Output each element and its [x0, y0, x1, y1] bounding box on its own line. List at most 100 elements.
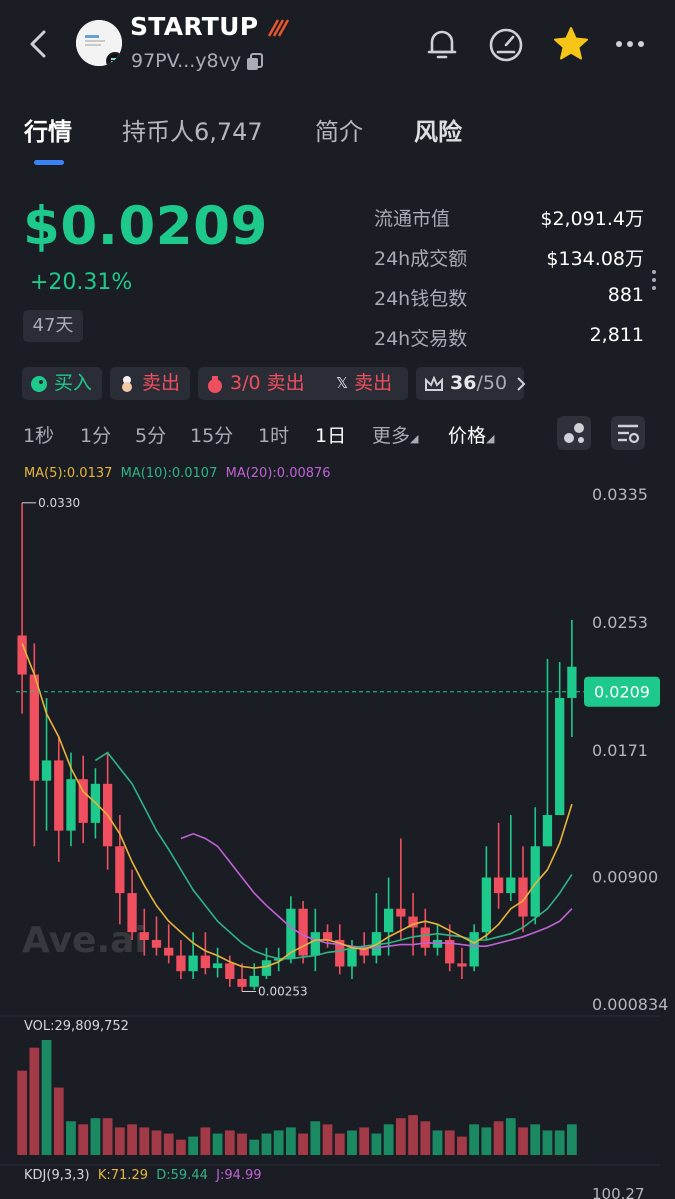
crown-icon [425, 375, 443, 391]
buy-label: 买入 [54, 372, 93, 394]
tab-holders[interactable]: 持币人6,747 [122, 112, 263, 147]
bell-icon[interactable] [422, 24, 462, 64]
y-tick-label: 0.0335 [592, 485, 648, 504]
dragon-icon [31, 375, 47, 392]
tf-1d[interactable]: 1日 [315, 421, 346, 448]
volume-bar [554, 1130, 565, 1155]
stat-row-trades: 24h交易数 2,811 [374, 324, 644, 364]
volume-bar [457, 1136, 467, 1155]
candle-body-up [347, 947, 357, 967]
kdj-k: K:71.29 [97, 1168, 148, 1183]
volume-bar [224, 1130, 235, 1155]
candle-body-up [383, 908, 394, 933]
volume-bar [444, 1130, 455, 1155]
candle-body-down [176, 955, 186, 972]
volume-bar [481, 1127, 492, 1155]
sell-chip-bag[interactable]: 3/0 卖出 [198, 367, 343, 400]
candle-body-down [164, 947, 174, 956]
stat-value: 881 [607, 284, 644, 306]
volume-bar [90, 1118, 101, 1155]
tf-15m[interactable]: 15分 [190, 421, 233, 448]
tab-risk[interactable]: 风险 [414, 112, 462, 147]
sell-chip-chef[interactable]: 卖出 [110, 367, 190, 400]
speedometer-icon[interactable] [486, 24, 526, 64]
active-tab-indicator [34, 160, 64, 165]
candle-body-up [567, 666, 577, 698]
back-icon[interactable] [22, 22, 62, 66]
volume-bar [212, 1133, 223, 1155]
volume-bar [163, 1133, 174, 1155]
token-title: STARTUP [130, 12, 259, 41]
stat-label: 流通市值 [374, 208, 451, 230]
stat-label: 24h钱包数 [374, 288, 468, 310]
tf-1h[interactable]: 1时 [258, 421, 289, 448]
candle-body-up [212, 963, 223, 969]
candle-body-up [530, 846, 540, 917]
candle-body-up [41, 760, 52, 781]
tab-market[interactable]: 行情 [24, 112, 72, 147]
tf-more[interactable]: 更多◢ [372, 421, 418, 448]
volume-bar [249, 1139, 260, 1155]
money-bag-icon [208, 375, 222, 393]
volume-bar [530, 1124, 541, 1155]
candle-body-down [139, 932, 149, 940]
y-tick-label: 0.0253 [592, 613, 648, 632]
chart-settings-icon[interactable] [611, 416, 645, 450]
volume-bar [542, 1130, 553, 1155]
volume-bar [371, 1133, 382, 1155]
copy-icon[interactable] [245, 52, 265, 72]
main-tabs: 行情 持币人6,747 简介 风险 [0, 108, 675, 168]
tf-price[interactable]: 价格◢ [448, 421, 494, 448]
price-change: +20.31% [30, 270, 133, 295]
indicator-toggle-icon[interactable] [557, 416, 591, 450]
vertical-more-icon[interactable] [650, 268, 658, 292]
kdj-title: KDJ(9,3,3) [24, 1168, 90, 1183]
candle-body-up [506, 877, 516, 894]
volume-bar [66, 1121, 76, 1155]
rank-chip[interactable]: 36/50 [416, 367, 526, 400]
y-tick-label: 0.0171 [592, 741, 648, 760]
volume-bar [286, 1127, 296, 1155]
ma-legend: MA(5):0.0137 MA(10):0.0107 MA(20):0.0087… [24, 466, 331, 481]
stat-label: 24h交易数 [374, 328, 468, 350]
tf-5m[interactable]: 5分 [135, 421, 166, 448]
chef-icon [122, 375, 132, 392]
chevron-right-icon [517, 376, 526, 391]
contract-address: 97PV...y8vy [131, 50, 242, 72]
ma10-line [94, 751, 573, 960]
high-label: 0.0330 [38, 496, 80, 510]
volume-bar [383, 1124, 394, 1155]
tab-intro[interactable]: 简介 [315, 112, 363, 147]
volume-bar [359, 1127, 370, 1155]
stat-value: $2,091.4万 [540, 208, 644, 230]
volume-bar [237, 1133, 247, 1155]
kdj-top-tick: 100.27 [592, 1185, 645, 1199]
volume-bar [114, 1127, 125, 1155]
low-label: 0.00253 [258, 984, 308, 998]
solana-chain-icon [106, 52, 122, 66]
candle-body-down [54, 760, 64, 831]
volume-bar [176, 1139, 186, 1155]
candle-body-down [420, 927, 430, 948]
sell-chip-x[interactable]: 𝕏 卖出 [328, 367, 408, 400]
rank-total: /50 [476, 372, 508, 394]
volume-bar [347, 1130, 357, 1155]
tf-price-label: 价格 [448, 425, 487, 447]
pump-badge-icon [267, 19, 290, 37]
candle-body-down [396, 908, 406, 917]
sell-label: 卖出 [266, 372, 305, 394]
volume-bar [200, 1127, 211, 1155]
ma5-legend: MA(5):0.0137 [24, 466, 113, 481]
volume-bar [518, 1127, 528, 1155]
token-avatar [76, 20, 122, 66]
tf-1m[interactable]: 1分 [80, 421, 111, 448]
sell-label: 卖出 [142, 372, 181, 394]
buy-chip[interactable]: 买入 [22, 367, 102, 400]
y-tick-label: 0.000834 [592, 995, 668, 1014]
star-icon[interactable] [551, 24, 591, 64]
tf-1s[interactable]: 1秒 [23, 421, 54, 448]
price-chart[interactable]: 0.0335 0.0253 0.0171 0.00900 0.000834 0.0330 0… [0, 480, 675, 1199]
more-icon[interactable] [610, 24, 650, 64]
candle-body-up [481, 877, 492, 933]
volume-bar [139, 1127, 150, 1155]
